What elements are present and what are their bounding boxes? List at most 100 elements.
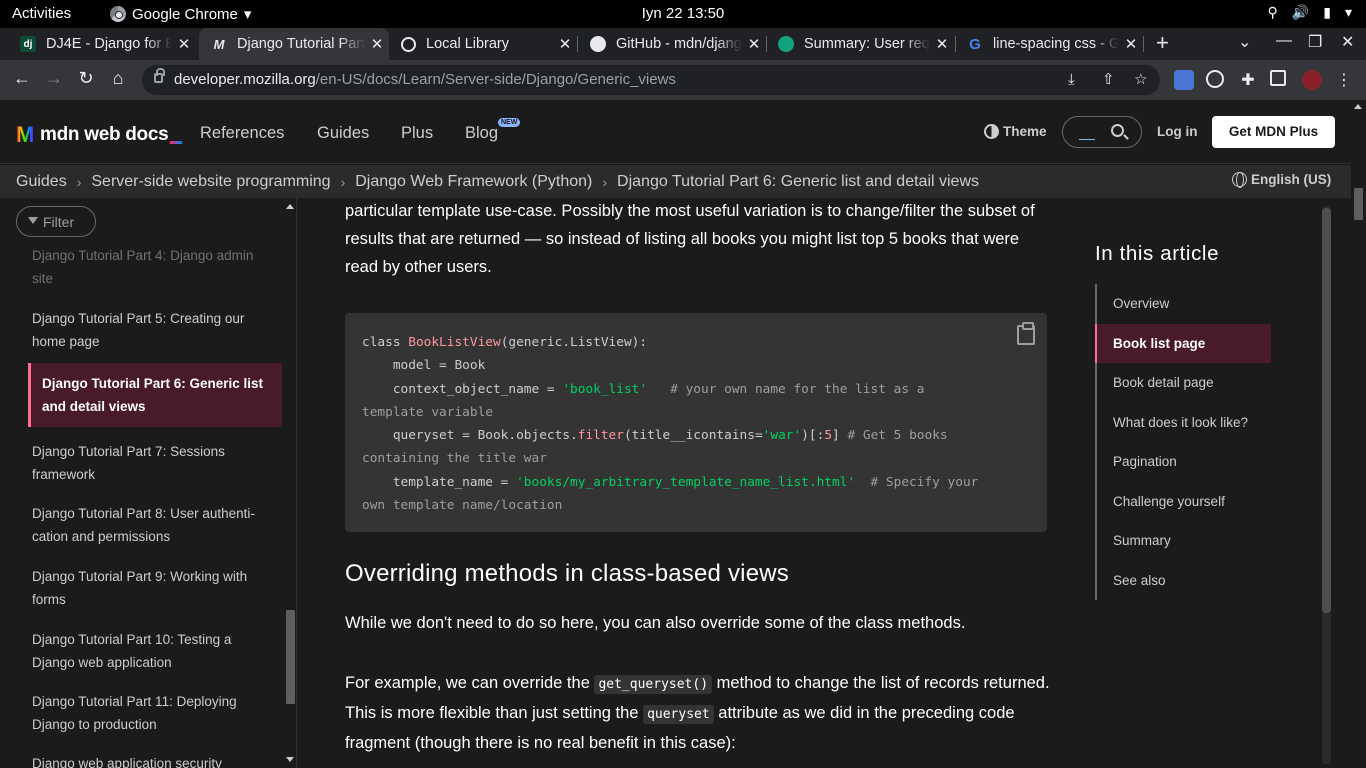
sidebar-scrollbar[interactable] xyxy=(284,198,297,768)
toc-item[interactable]: Overview xyxy=(1097,284,1275,324)
page-scrollbar[interactable] xyxy=(1351,100,1366,768)
tab-title: line-spacing css - Google xyxy=(993,36,1119,52)
toc-heading: In this article xyxy=(1095,242,1220,265)
side-panel-icon[interactable] xyxy=(1270,70,1286,86)
code-token: context_object_name = xyxy=(362,381,563,397)
scroll-up-icon[interactable] xyxy=(1354,104,1362,109)
close-icon[interactable]: ✕ xyxy=(930,35,954,53)
toc-item[interactable]: Challenge yourself xyxy=(1097,482,1275,522)
extension-icon[interactable] xyxy=(1206,70,1224,88)
logo-text: mdn web docs xyxy=(40,124,169,145)
system-tray[interactable]: ⚲ 🔊 ▮ ▾ xyxy=(1268,4,1352,21)
back-button[interactable]: ← xyxy=(10,68,34,89)
toc-item[interactable]: What does it look like? xyxy=(1097,403,1275,443)
sidebar-item[interactable]: Django Tutorial Part 8: User authenti-ca… xyxy=(32,502,272,548)
code-token: own template name/location xyxy=(362,498,563,514)
code-token: queryset = Book.objects. xyxy=(362,428,578,444)
browser-tab[interactable]: dj DJ4E - Django for Everybody ✕ xyxy=(8,28,196,60)
content-scrollbar[interactable] xyxy=(1319,200,1335,768)
toc-item[interactable]: Summary xyxy=(1097,521,1275,561)
search-input[interactable] xyxy=(1062,116,1142,148)
browser-tab[interactable]: G line-spacing css - Google ✕ xyxy=(955,28,1143,60)
new-tab-button[interactable]: + xyxy=(1156,30,1169,56)
scrollbar-thumb[interactable] xyxy=(286,610,295,704)
lock-icon xyxy=(154,68,165,83)
sidebar-item[interactable]: Django Tutorial Part 7: Sessions framewo… xyxy=(32,440,272,486)
filter-placeholder: Filter xyxy=(43,214,75,230)
get-mdn-plus-button[interactable]: Get MDN Plus xyxy=(1212,116,1335,148)
reload-button[interactable]: ↻ xyxy=(74,68,98,89)
login-link[interactable]: Log in xyxy=(1157,124,1198,139)
scrollbar-thumb[interactable] xyxy=(1354,188,1363,220)
puzzle-extensions-icon[interactable]: ✚ xyxy=(1238,70,1258,90)
battery-icon: ▮ xyxy=(1323,4,1331,20)
browser-tab[interactable]: Local Library ✕ xyxy=(389,28,577,60)
breadcrumb-item[interactable]: Server-side website programming xyxy=(91,173,330,191)
code-token: 'war' xyxy=(762,428,802,444)
logo-cursor xyxy=(170,140,183,144)
maximize-button[interactable]: ❐ xyxy=(1308,32,1322,52)
close-icon[interactable]: ✕ xyxy=(172,35,196,53)
nav-plus[interactable]: Plus xyxy=(401,124,433,143)
breadcrumb-item[interactable]: Django Web Framework (Python) xyxy=(355,173,592,191)
os-top-bar: Activities Google Chrome ▾ Iyn 22 13:50 … xyxy=(0,0,1366,28)
sidebar-item[interactable]: Django Tutorial Part 5: Creating our hom… xyxy=(32,307,272,353)
browser-tab[interactable]: Summary: User requests ✕ xyxy=(766,28,954,60)
sidebar-filter-input[interactable]: Filter xyxy=(16,206,96,237)
tab-separator xyxy=(577,36,578,52)
theme-button[interactable]: Theme xyxy=(984,124,1047,139)
code-token: template_name = xyxy=(362,474,517,490)
mdn-logo[interactable]: M mdn web docs xyxy=(16,122,183,148)
home-button[interactable]: ⌂ xyxy=(106,68,130,89)
code-token: )[: xyxy=(801,428,825,444)
nav-blog[interactable]: Blog xyxy=(465,124,498,143)
copy-clipboard-icon[interactable] xyxy=(1017,322,1035,345)
share-icon[interactable]: ⇧ xyxy=(1102,65,1115,95)
mdn-logo-icon: M xyxy=(16,122,35,147)
nav-references[interactable]: References xyxy=(200,124,284,143)
mdn-header: M mdn web docs References Guides Plus Bl… xyxy=(0,100,1351,164)
search-icon[interactable] xyxy=(1111,124,1124,137)
install-icon[interactable]: ⤓ xyxy=(1068,65,1075,95)
tab-title: Summary: User requests xyxy=(804,36,930,52)
bookmark-star-icon[interactable]: ☆ xyxy=(1134,65,1147,95)
browser-tab-active[interactable]: M Django Tutorial Part 6 ✕ xyxy=(199,28,389,60)
toc-item[interactable]: Pagination xyxy=(1097,442,1275,482)
tab-strip: dj DJ4E - Django for Everybody ✕ M Djang… xyxy=(0,28,1366,60)
toc-item[interactable]: See also xyxy=(1097,561,1275,601)
scroll-down-icon[interactable] xyxy=(286,757,294,762)
sidebar-item[interactable]: Django Tutorial Part 10: Testing a Djang… xyxy=(32,628,272,674)
breadcrumb-item[interactable]: Django Tutorial Part 6: Generic list and… xyxy=(617,173,979,191)
code-token: containing the title war xyxy=(362,451,547,467)
more-menu-icon[interactable]: ⋮ xyxy=(1334,70,1354,90)
clock[interactable]: Iyn 22 13:50 xyxy=(0,5,1366,22)
toc-item-active[interactable]: Book list page xyxy=(1095,323,1271,363)
sidebar-item[interactable]: Django Tutorial Part 9: Working with for… xyxy=(32,565,272,611)
close-icon[interactable]: ✕ xyxy=(553,35,577,53)
browser-tab[interactable]: GitHub - mdn/django-locallibrary ✕ xyxy=(578,28,766,60)
new-badge: NEW xyxy=(498,118,521,127)
scroll-up-icon[interactable] xyxy=(286,204,294,209)
tab-separator xyxy=(766,36,767,52)
close-icon[interactable]: ✕ xyxy=(365,35,389,53)
scrollbar-thumb[interactable] xyxy=(1322,208,1331,613)
inline-code: get_queryset() xyxy=(594,675,713,694)
sidebar-item[interactable]: Django Tutorial Part 11: Deploying Djang… xyxy=(32,690,272,736)
tab-search-button[interactable]: ⌄ xyxy=(1238,32,1251,52)
address-bar[interactable]: developer.mozilla.org/en-US/docs/Learn/S… xyxy=(142,65,1160,95)
sidebar-item[interactable]: Django Tutorial Part 4: Django admin sit… xyxy=(32,244,272,290)
minimize-button[interactable]: — xyxy=(1276,32,1292,50)
close-icon[interactable]: ✕ xyxy=(1119,35,1143,53)
breadcrumb-item[interactable]: Guides xyxy=(16,173,67,191)
forward-button[interactable]: → xyxy=(42,68,66,89)
profile-avatar[interactable] xyxy=(1302,70,1322,90)
toc-item[interactable]: Book detail page xyxy=(1097,363,1275,403)
nav-guides[interactable]: Guides xyxy=(317,124,369,143)
translate-extension-icon[interactable] xyxy=(1174,70,1194,90)
sidebar-item-active[interactable]: Django Tutorial Part 6: Generic list and… xyxy=(28,363,282,427)
close-icon[interactable]: ✕ xyxy=(742,35,766,53)
window-close-button[interactable]: ✕ xyxy=(1341,32,1354,52)
sidebar-item[interactable]: Django web application security xyxy=(32,752,272,768)
language-switcher[interactable]: English (US) xyxy=(1232,172,1331,188)
github-icon xyxy=(590,36,606,52)
